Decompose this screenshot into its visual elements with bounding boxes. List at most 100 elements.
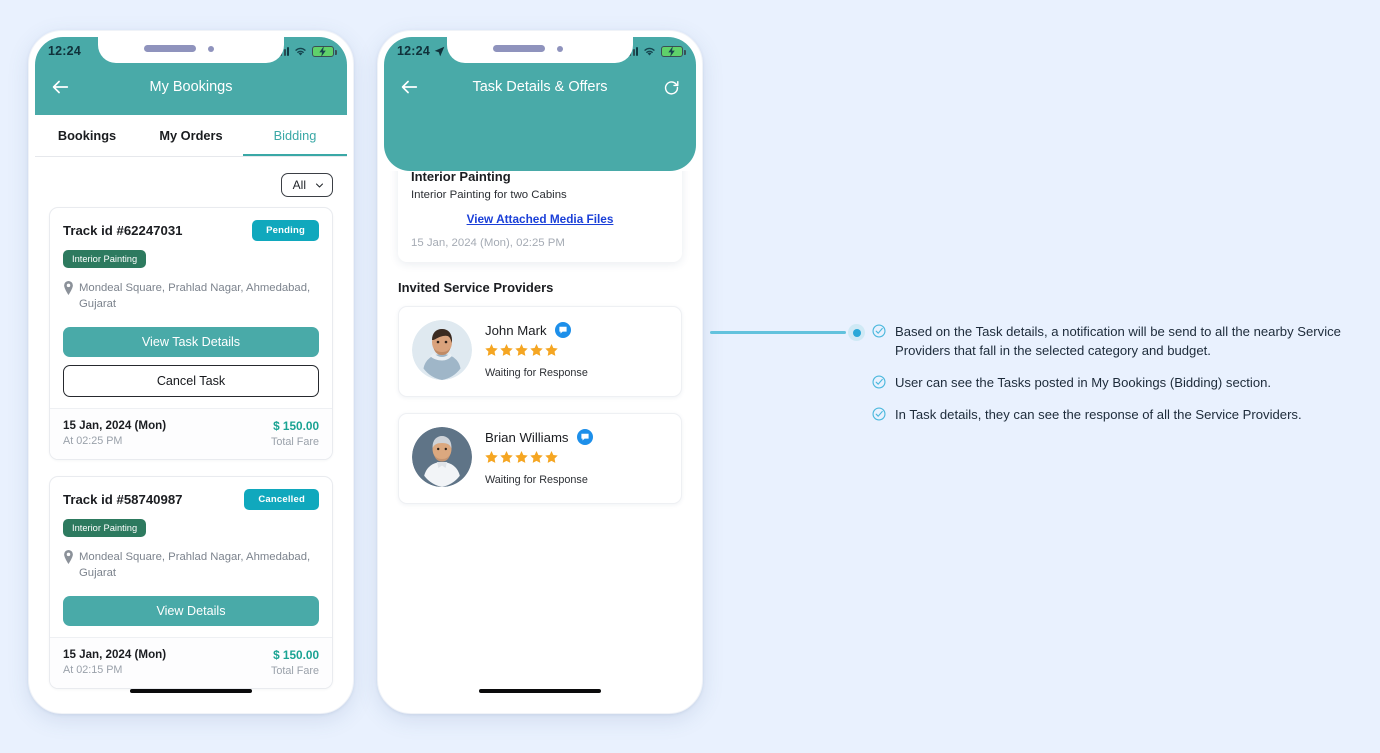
back-arrow-icon[interactable] [398,76,420,98]
page-title: My Bookings [149,79,233,95]
note-item: Based on the Task details, a notificatio… [872,322,1350,360]
note-item: In Task details, they can see the respon… [872,405,1350,424]
annotation-notes: Based on the Task details, a notificatio… [872,322,1350,437]
task-service-name: Interior Painting [411,171,511,184]
star-icon [515,451,528,463]
fare-amount: $ 150.00 [273,647,319,662]
view-task-details-button[interactable]: View Task Details [63,326,319,357]
check-circle-icon [872,407,886,421]
status-time-value: 12:24 [397,44,430,58]
fare-label: Total Fare [270,435,319,448]
chat-bubble-icon[interactable] [576,429,593,445]
provider-name-row: Brian Williams [485,429,593,445]
service-provider-card[interactable]: John Mark Waiting for Response [398,306,682,397]
check-circle-icon [872,375,886,389]
view-attached-media-link[interactable]: View Attached Media Files [411,212,669,226]
status-badge: Pending [252,220,319,241]
avatar [412,427,472,487]
star-icon [530,344,543,356]
service-tag: Interior Painting [63,250,147,268]
star-icon [515,344,528,356]
avatar-brian-williams-image [412,427,472,487]
status-time: 12:24 [397,44,445,58]
phone-1-header: 12:24 My Bookings [35,37,347,115]
star-icon [545,451,558,463]
refresh-icon [664,80,679,95]
speaker-grille-icon [493,45,545,52]
speaker-grille-icon [144,45,196,52]
address-text: Mondeal Square, Prahlad Nagar, Ahmedabad… [79,282,311,311]
note-text: Based on the Task details, a notificatio… [895,324,1341,359]
back-arrow-icon[interactable] [49,76,71,98]
avatar [412,320,472,380]
tab-my-orders[interactable]: My Orders [139,115,243,156]
provider-name: Brian Williams [485,429,569,445]
provider-rating [485,451,593,464]
status-icons [276,45,337,57]
wifi-icon [644,47,655,56]
booking-card-body: Track id #62247031 Pending Interior Pain… [50,208,332,408]
battery-charging-icon [661,45,686,57]
phone-notch [98,37,284,63]
page-title: Task Details & Offers [472,79,608,95]
star-icon [500,344,513,356]
booking-fare: $ 150.00 Total Fare [271,419,319,448]
battery-charging-icon [312,45,337,57]
front-camera-icon [557,46,563,52]
address-text: Mondeal Square, Prahlad Nagar, Ahmedabad… [79,550,311,580]
star-icon [485,451,498,463]
star-icon [530,451,543,463]
booking-datetime: 15 Jan, 2024 (Mon) At 02:15 PM [63,648,166,676]
location-pin-icon [64,281,73,295]
address-row: Mondeal Square, Prahlad Nagar, Ahmedabad… [63,549,319,582]
service-provider-card[interactable]: Brian Williams Waiting for Response [398,413,682,504]
provider-rating [485,344,588,357]
annotation-connector-line [710,331,846,334]
tab-bookings[interactable]: Bookings [35,115,139,156]
booking-card[interactable]: Track id #62247031 Pending Interior Pain… [49,207,333,460]
filter-row: All [35,157,347,207]
track-id: Track id #62247031 [63,223,183,238]
booking-card-header: Track id #58740987 Cancelled [63,488,319,510]
view-details-button[interactable]: View Details [63,595,319,626]
fare-label: Total Fare [270,664,319,677]
screenshot-stage: 12:24 My Bookings Bookings My Orders Bid… [0,0,1380,753]
star-icon [500,451,513,463]
bookings-list-area: All Track id #62247031 Pending Interior … [35,157,347,705]
booking-card[interactable]: Track id #58740987 Cancelled Interior Pa… [49,475,333,689]
address-row: Mondeal Square, Prahlad Nagar, Ahmedabad… [63,280,319,313]
status-filter-value: All [292,178,306,192]
star-icon [485,344,498,356]
wifi-icon [295,47,306,56]
home-indicator [130,688,252,693]
service-tag: Interior Painting [63,518,147,537]
task-description: Interior Painting for two Cabins [411,189,567,201]
booking-date: 15 Jan, 2024 (Mon) [63,647,167,661]
booking-card-footer: 15 Jan, 2024 (Mon) At 02:15 PM $ 150.00 … [50,636,332,688]
booking-datetime: 15 Jan, 2024 (Mon) At 02:25 PM [63,419,166,447]
phone-2-screen: 12:24 Task Details & Offers Interior Pai… [384,37,696,707]
booking-time: At 02:25 PM [63,434,123,447]
phone-1-navbar: My Bookings [35,65,347,109]
status-filter-dropdown[interactable]: All [280,173,333,197]
status-time: 12:24 [48,44,81,58]
connector-dot-icon [848,324,865,341]
booking-card-body: Track id #58740987 Cancelled Interior Pa… [50,477,332,637]
check-circle-icon [872,324,886,338]
booking-card-footer: 15 Jan, 2024 (Mon) At 02:25 PM $ 150.00 … [50,407,332,459]
chat-bubble-icon[interactable] [554,322,571,338]
location-arrow-icon [434,46,445,56]
front-camera-icon [208,46,214,52]
phone-notch [447,37,633,63]
task-budget-card: Task Budget $ 150.00 Interior Painting I… [398,171,682,262]
task-details-area: Task Budget $ 150.00 Interior Painting I… [384,171,696,707]
note-text: In Task details, they can see the respon… [895,407,1302,423]
star-icon [545,344,558,356]
fare-amount: $ 150.00 [273,418,319,433]
cancel-task-button[interactable]: Cancel Task [63,364,319,397]
refresh-button[interactable] [660,76,682,98]
booking-card-header: Track id #62247031 Pending [63,220,319,241]
tab-bidding[interactable]: Bidding [243,115,347,156]
provider-name: John Mark [485,322,547,338]
booking-time: At 02:15 PM [63,663,123,676]
